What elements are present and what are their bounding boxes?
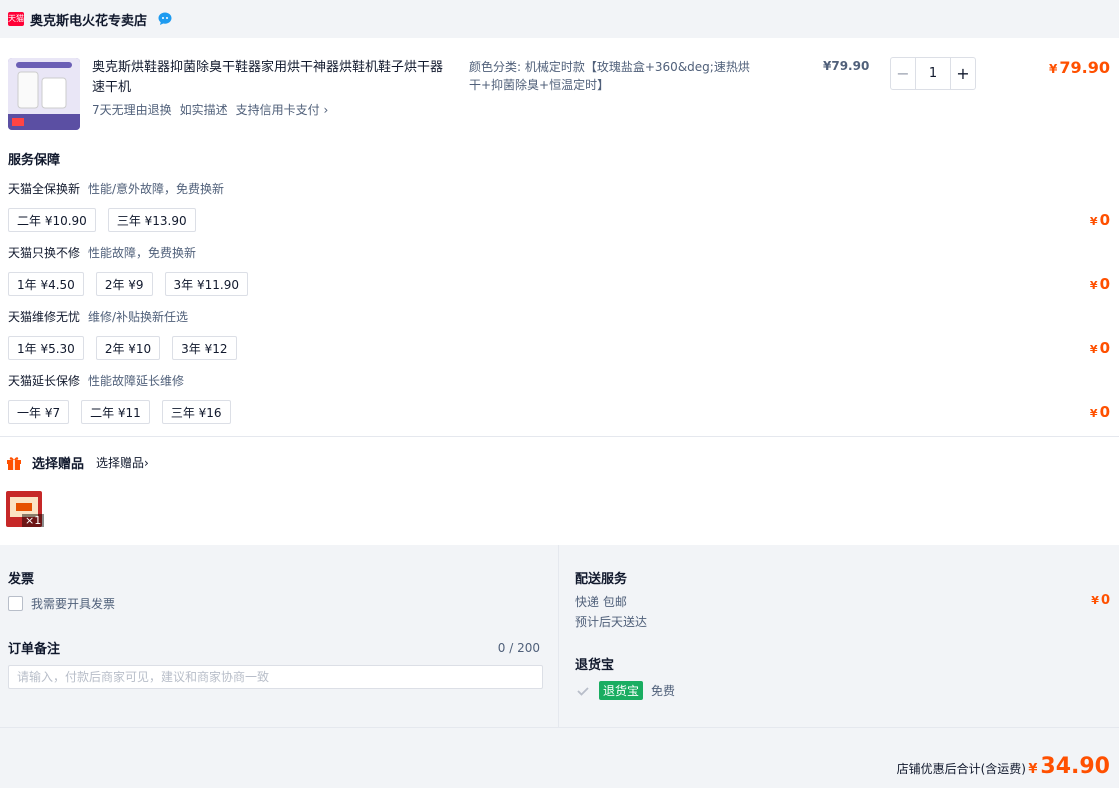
product-tags: 7天无理由退换 如实描述 支持信用卡支付 ›: [92, 101, 328, 118]
delivery-eta: 预计后天送达: [575, 615, 648, 629]
service-desc: 性能故障延长维修: [88, 374, 185, 388]
service-options: 1年 ¥4.50 2年 ¥9 3年 ¥11.90: [8, 272, 248, 296]
service-price: ¥0: [1090, 211, 1110, 229]
order-card: 奥克斯烘鞋器抑菌除臭干鞋器家用烘干神器烘鞋机鞋子烘干器速干机 7天无理由退换 如…: [0, 38, 1119, 545]
chat-icon[interactable]: [157, 11, 173, 27]
currency-symbol: ¥: [1049, 62, 1058, 76]
service-option[interactable]: 3年 ¥12: [172, 336, 237, 360]
price-value: 0: [1099, 211, 1110, 229]
invoice-checkbox[interactable]: [8, 596, 23, 611]
service-group-label: 天猫维修无忧 维修/补贴换新任选: [8, 308, 188, 325]
gift-row: 选择赠品 选择赠品›: [6, 453, 149, 472]
service-option[interactable]: 三年 ¥16: [161, 400, 231, 424]
service-option[interactable]: 1年 ¥4.50: [8, 272, 84, 296]
service-price: ¥0: [1090, 275, 1110, 293]
gift-title: 选择赠品: [32, 457, 85, 472]
service-option[interactable]: 3年 ¥11.90: [164, 272, 248, 296]
return-service-row: 退货宝 免费: [575, 681, 675, 700]
gift-count: ×1: [22, 514, 45, 527]
check-icon: [575, 683, 591, 699]
service-option[interactable]: 一年 ¥7: [8, 400, 70, 424]
product-title[interactable]: 奥克斯烘鞋器抑菌除臭干鞋器家用烘干神器烘鞋机鞋子烘干器速干机: [92, 58, 452, 98]
tag-credit-card[interactable]: 支持信用卡支付 ›: [236, 101, 329, 118]
service-name: 天猫维修无忧: [8, 310, 81, 324]
return-badge: 退货宝: [599, 681, 644, 700]
note-title: 订单备注: [8, 642, 61, 657]
delivery-section: 配送服务 快递 包邮 预计后天送达 ¥0 退货宝 退货宝 免费: [560, 545, 1119, 727]
price-value: 0: [1099, 403, 1110, 421]
service-group-label: 天猫只换不修 性能故障，免费换新: [8, 244, 196, 261]
service-price: ¥0: [1090, 339, 1110, 357]
currency-symbol: ¥: [1089, 407, 1098, 420]
quantity-value[interactable]: 1: [915, 58, 951, 89]
service-option[interactable]: 二年 ¥11: [81, 400, 150, 424]
gift-icon: [7, 456, 21, 470]
total-label: 店铺优惠后合计(含运费): [896, 762, 1026, 776]
invoice-note-section: 发票 我需要开具发票 订单备注 0 / 200: [0, 545, 559, 727]
invoice-option: 我需要开具发票: [8, 595, 115, 612]
service-option[interactable]: 1年 ¥5.30: [8, 336, 84, 360]
increase-button[interactable]: +: [951, 58, 975, 89]
divider: [0, 436, 1119, 437]
service-desc: 性能/意外故障，免费换新: [88, 182, 225, 196]
service-options: 二年 ¥10.90 三年 ¥13.90: [8, 208, 196, 232]
total-value: 34.90: [1040, 754, 1110, 779]
service-name: 天猫延长保修: [8, 374, 81, 388]
note-char-count: 0 / 200: [497, 641, 540, 655]
item-total-price: ¥79.90: [1049, 58, 1110, 77]
product-image[interactable]: [8, 58, 80, 130]
service-option[interactable]: 2年 ¥10: [95, 336, 161, 360]
service-group-label: 天猫全保换新 性能/意外故障，免费换新: [8, 180, 224, 197]
delivery-method: 快递 包邮: [575, 595, 627, 609]
service-group-label: 天猫延长保修 性能故障延长维修: [8, 372, 184, 389]
service-name: 天猫全保换新: [8, 182, 81, 196]
product-sku[interactable]: 颜色分类: 机械定时款【玫瑰盐盒+360&deg;速热烘干+抑菌除臭+恒温定时】: [469, 58, 754, 94]
tag-return: 7天无理由退换: [92, 103, 172, 117]
quantity-stepper: − 1 +: [890, 57, 976, 90]
currency-symbol: ¥: [1028, 762, 1038, 777]
store-header: 天猫 奥克斯电火花专卖店: [0, 0, 1119, 38]
service-desc: 维修/补贴换新任选: [88, 310, 189, 324]
service-option[interactable]: 2年 ¥9: [95, 272, 153, 296]
currency-symbol: ¥: [1089, 279, 1098, 292]
price-value: 0: [1099, 339, 1110, 357]
service-option[interactable]: 二年 ¥10.90: [8, 208, 96, 232]
currency-symbol: ¥: [1089, 343, 1098, 356]
order-note-input[interactable]: [8, 665, 543, 689]
service-options: 一年 ¥7 二年 ¥11 三年 ¥16: [8, 400, 231, 424]
price-value: 0: [1100, 593, 1110, 608]
tmall-badge: 天猫: [8, 12, 24, 26]
service-name: 天猫只换不修: [8, 246, 81, 260]
tag-described: 如实描述: [179, 103, 228, 117]
price-value: 79.90: [1059, 58, 1110, 77]
choose-gift-link[interactable]: 选择赠品›: [96, 454, 149, 471]
return-fee: 免费: [651, 684, 676, 698]
store-name[interactable]: 奥克斯电火花专卖店: [30, 10, 147, 29]
decrease-button[interactable]: −: [891, 58, 915, 89]
service-price: ¥0: [1090, 403, 1110, 421]
order-footer: 店铺优惠后合计(含运费) ¥34.90: [0, 727, 1119, 788]
service-desc: 性能故障，免费换新: [88, 246, 197, 260]
service-options: 1年 ¥5.30 2年 ¥10 3年 ¥12: [8, 336, 237, 360]
order-total: ¥34.90: [1028, 754, 1110, 779]
price-value: 0: [1099, 275, 1110, 293]
invoice-label[interactable]: 我需要开具发票: [31, 595, 115, 612]
return-title: 退货宝: [575, 658, 615, 673]
delivery-price: ¥0: [1091, 593, 1110, 608]
service-option[interactable]: 三年 ¥13.90: [107, 208, 196, 232]
invoice-title: 发票: [8, 572, 35, 587]
currency-symbol: ¥: [1091, 594, 1099, 607]
services-title: 服务保障: [8, 153, 61, 168]
currency-symbol: ¥: [1089, 215, 1098, 228]
unit-price: ¥79.90: [823, 59, 870, 73]
delivery-title: 配送服务: [575, 572, 628, 587]
